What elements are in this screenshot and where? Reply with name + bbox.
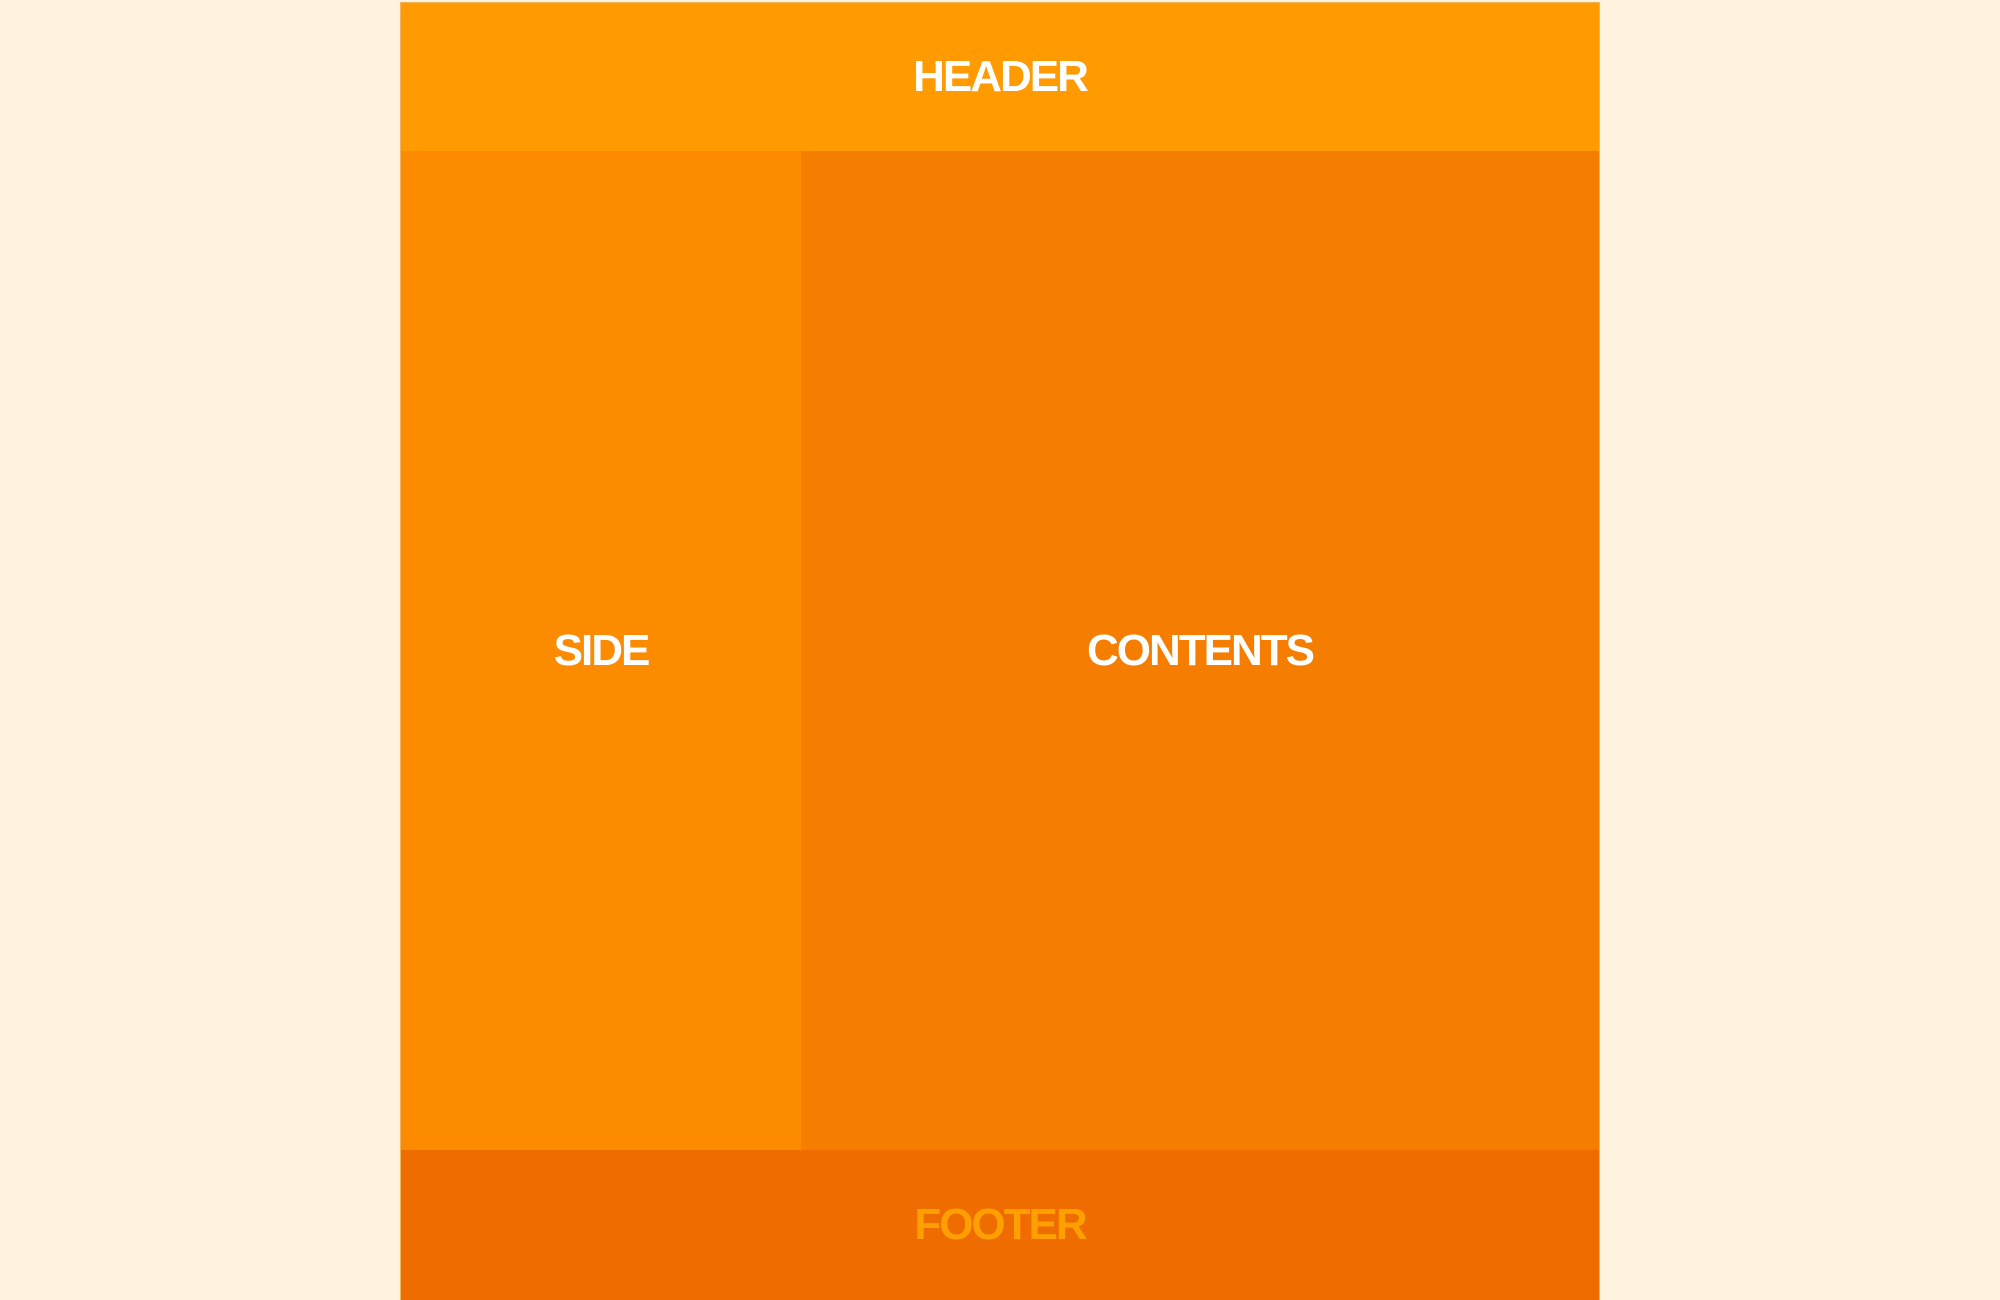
contents-region: CONTENTS — [801, 151, 1599, 1150]
contents-label: CONTENTS — [1087, 625, 1315, 675]
layout-container: HEADER SIDE CONTENTS FOOTER — [400, 2, 1600, 1300]
header-label: HEADER — [913, 52, 1089, 101]
footer-region: FOOTER — [401, 1150, 1599, 1300]
header-region: HEADER — [401, 3, 1599, 151]
side-label: SIDE — [553, 625, 651, 675]
side-region: SIDE — [401, 151, 801, 1150]
footer-label: FOOTER — [914, 1200, 1087, 1249]
